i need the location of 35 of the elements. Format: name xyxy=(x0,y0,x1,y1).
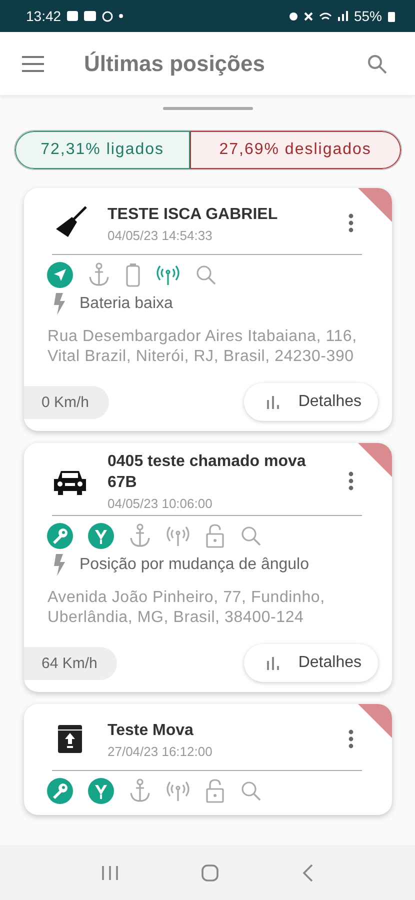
timestamp: 27/04/23 16:12:00 xyxy=(108,744,214,758)
details-button[interactable]: Detalhes xyxy=(244,644,378,682)
menu-icon[interactable] xyxy=(22,56,44,72)
timestamp: 04/05/23 10:06:00 xyxy=(108,496,214,511)
back-icon[interactable] xyxy=(302,864,314,882)
event-description: Bateria baixa xyxy=(80,295,173,313)
speed-badge: 0 Km/h xyxy=(24,386,110,418)
battery-icon xyxy=(388,10,395,22)
online-percentage[interactable]: 72,31% ligados xyxy=(14,131,190,169)
signal-icon xyxy=(338,11,348,21)
vehicle-name: TESTE ISCA GABRIEL xyxy=(108,204,279,224)
lightning-icon xyxy=(52,293,66,315)
more-options-icon[interactable] xyxy=(348,213,354,233)
more-options-icon[interactable] xyxy=(348,729,354,749)
clock-time: 13:42 xyxy=(26,8,62,24)
page-title: Últimas posições xyxy=(84,50,265,76)
event-description: Posição por mudança de ângulo xyxy=(80,556,309,574)
vehicle-name: Teste Mova xyxy=(108,720,194,740)
details-button[interactable]: Detalhes xyxy=(244,383,378,421)
offline-percentage[interactable]: 27,69% desligados xyxy=(190,131,400,169)
battery-percentage: 55% xyxy=(354,8,382,24)
speed-badge: 64 Km/h xyxy=(24,646,118,680)
timestamp: 04/05/23 14:54:33 xyxy=(108,228,214,242)
dot-icon xyxy=(119,14,124,18)
more-options-icon[interactable] xyxy=(348,471,354,491)
search-icon[interactable] xyxy=(367,54,387,74)
circle-icon xyxy=(102,10,114,22)
wifi-icon xyxy=(318,12,332,20)
address-text: Rua Desembargador Aires Itabaiana, 116, Vital Brazil, Niterói, RJ, Brasil, 24230-390 xyxy=(46,327,358,367)
vehicle-name: 0405 teste chamado mova 67B xyxy=(108,452,307,493)
address-text: Avenida João Pinheiro, 77, Fundinho, Uberlândia, MG, Brasil, 38400-124 xyxy=(46,588,326,628)
home-icon[interactable] xyxy=(201,864,220,882)
lightning-icon xyxy=(52,554,66,576)
recent-apps-icon[interactable] xyxy=(101,864,120,880)
drag-handle[interactable] xyxy=(162,107,252,110)
